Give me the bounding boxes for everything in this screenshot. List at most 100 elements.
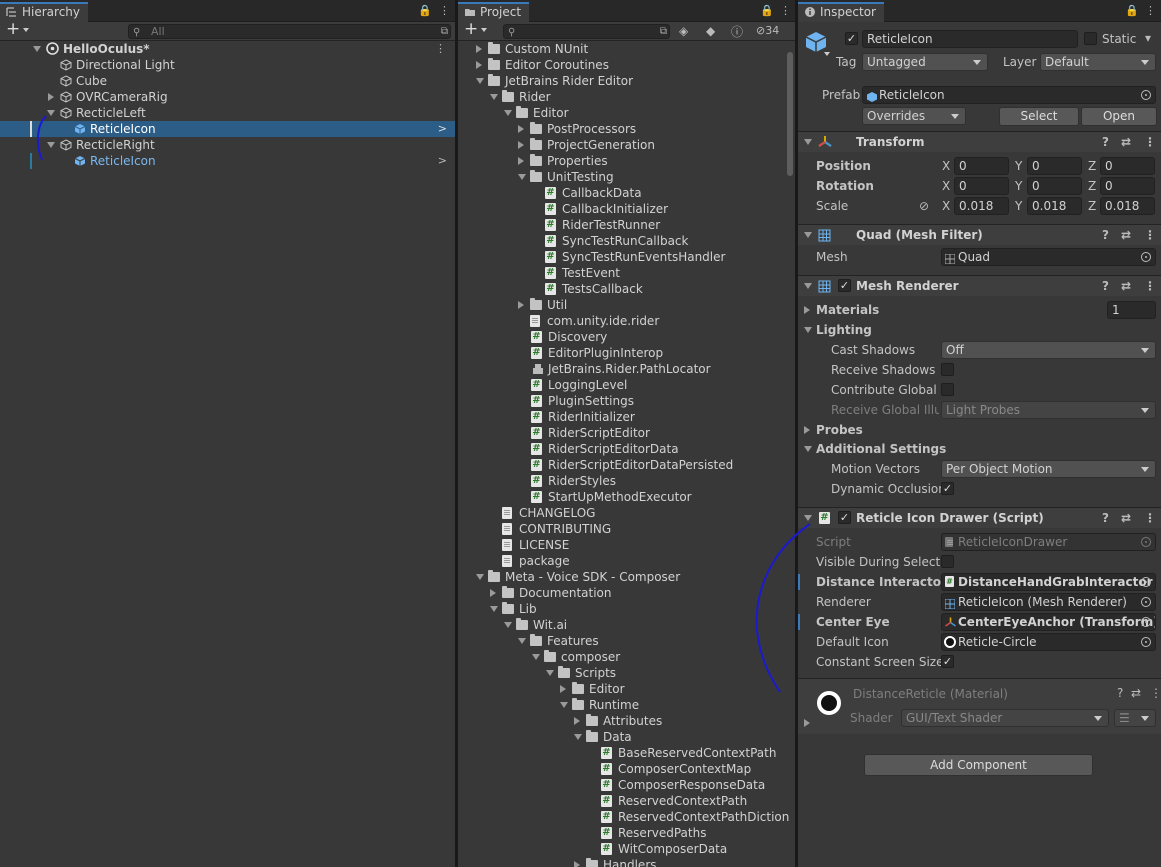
project-item[interactable]: Editor — [458, 105, 783, 121]
overrides-dropdown[interactable]: Overrides — [862, 107, 966, 125]
object-picker-icon[interactable] — [1141, 637, 1151, 647]
project-item[interactable]: Scripts — [458, 665, 783, 681]
create-asset-button[interactable]: + — [462, 19, 492, 40]
lock-icon[interactable]: 🔒 — [418, 4, 432, 17]
project-item[interactable]: LICENSE — [458, 537, 783, 553]
presets-icon[interactable]: ⇄ — [1121, 132, 1131, 152]
help-icon[interactable]: ? — [1102, 508, 1109, 528]
hierarchy-item-ovrcamerarig[interactable]: OVRCameraRig — [0, 89, 455, 105]
hierarchy-item-directional-light[interactable]: Directional Light — [0, 57, 455, 73]
expand-arrow-icon[interactable] — [476, 61, 482, 69]
contribute-gi-checkbox[interactable] — [941, 383, 954, 396]
rotation-x-input[interactable]: 0 — [954, 177, 1009, 195]
receive-shadows-checkbox[interactable] — [941, 363, 954, 376]
motion-vectors-dropdown[interactable]: Per Object Motion — [941, 460, 1156, 478]
position-x-input[interactable]: 0 — [954, 157, 1009, 175]
project-item[interactable]: Custom NUnit — [458, 41, 783, 57]
rotation-z-input[interactable]: 0 — [1100, 177, 1155, 195]
prefab-field[interactable]: ReticleIcon — [862, 86, 1156, 104]
visible-during-select-checkbox[interactable] — [941, 555, 954, 568]
filter-by-type-icon[interactable]: ◈ — [679, 24, 688, 38]
object-name-input[interactable]: ReticleIcon — [862, 30, 1078, 48]
project-item[interactable]: Data — [458, 729, 783, 745]
help-icon[interactable]: ? — [1102, 225, 1109, 245]
script-component-header[interactable]: # ✓ Reticle Icon Drawer (Script) ? ⇄ ⋮ — [798, 507, 1161, 528]
project-item[interactable]: # LoggingLevel — [458, 377, 783, 393]
expand-arrow-icon[interactable] — [574, 717, 580, 725]
materials-count-field[interactable]: 1 — [1107, 301, 1156, 319]
project-item[interactable]: Editor — [458, 681, 783, 697]
project-item[interactable]: # BaseReservedContextPath — [458, 745, 783, 761]
project-item[interactable]: # SyncTestRunCallback — [458, 233, 783, 249]
project-item[interactable]: Lib — [458, 601, 783, 617]
scale-z-input[interactable]: 0.018 — [1100, 197, 1155, 215]
collapse-arrow-icon[interactable] — [490, 94, 498, 100]
collapse-arrow-icon[interactable] — [804, 232, 812, 238]
expand-arrow-icon[interactable] — [33, 46, 41, 52]
project-item[interactable]: CONTRIBUTING — [458, 521, 783, 537]
static-dropdown-arrow-icon[interactable]: ▾ — [1145, 31, 1151, 45]
tag-dropdown[interactable]: Untagged — [862, 53, 988, 71]
presets-icon[interactable]: ⇄ — [1131, 686, 1141, 700]
project-item[interactable]: Rider — [458, 89, 783, 105]
kebab-menu-icon[interactable]: ⋮ — [439, 4, 450, 17]
expand-arrow-icon[interactable] — [518, 157, 524, 165]
collapse-arrow-icon[interactable] — [532, 654, 540, 660]
project-item[interactable]: Wit.ai — [458, 617, 783, 633]
object-picker-icon[interactable] — [1141, 597, 1151, 607]
mesh-renderer-header[interactable]: ✓ Mesh Renderer ? ⇄ ⋮ — [798, 275, 1161, 296]
expand-arrow-icon[interactable] — [574, 861, 580, 867]
project-scrollbar[interactable] — [787, 52, 793, 176]
collapse-arrow-icon[interactable] — [504, 622, 512, 628]
component-menu-icon[interactable]: ⋮ — [1144, 276, 1156, 296]
icon-dropdown-arrow-icon[interactable] — [824, 52, 830, 56]
shader-dropdown[interactable]: GUI/Text Shader — [901, 709, 1109, 727]
project-item[interactable]: Features — [458, 633, 783, 649]
project-item[interactable]: # RiderStyles — [458, 473, 783, 489]
lock-icon[interactable]: 🔒 — [1125, 4, 1139, 17]
constrain-proportions-icon[interactable]: ⊘ — [919, 199, 929, 213]
project-item[interactable]: # ReservedContextPathDiction — [458, 809, 789, 825]
open-button[interactable]: Open — [1081, 107, 1157, 126]
create-button[interactable]: + — [4, 19, 34, 40]
collapse-arrow-icon[interactable] — [804, 139, 812, 145]
select-button[interactable]: Select — [999, 107, 1079, 126]
help-icon[interactable]: ? — [1102, 276, 1109, 296]
expand-arrow-icon[interactable] — [804, 306, 810, 314]
project-item[interactable]: # ComposerContextMap — [458, 761, 783, 777]
presets-icon[interactable]: ⇄ — [1121, 276, 1131, 296]
collapse-arrow-icon[interactable] — [804, 283, 812, 289]
renderer-field[interactable]: ReticleIcon (Mesh Renderer) — [941, 593, 1156, 611]
project-item[interactable]: # CallbackData — [458, 185, 783, 201]
object-picker-icon[interactable] — [1141, 577, 1151, 587]
project-item[interactable]: # PluginSettings — [458, 393, 783, 409]
center-eye-field[interactable]: CenterEyeAnchor (Transform) — [941, 613, 1156, 631]
collapse-arrow-icon[interactable] — [560, 702, 568, 708]
shader-edit-dropdown[interactable]: ☰ — [1114, 709, 1156, 727]
project-search-input[interactable]: ⚲ ⧉ — [503, 24, 670, 39]
collapse-arrow-icon[interactable] — [804, 327, 812, 333]
hierarchy-item-recticleleft[interactable]: RecticleLeft — [0, 105, 455, 121]
project-item[interactable]: # ReservedContextPath — [458, 793, 783, 809]
help-icon[interactable]: ? — [1117, 686, 1123, 700]
transform-header[interactable]: Transform ? ⇄ ⋮ — [798, 131, 1161, 152]
static-checkbox[interactable] — [1084, 32, 1097, 45]
object-picker-icon[interactable] — [1141, 617, 1151, 627]
project-item[interactable]: # RiderScriptEditorDataPersisted — [458, 457, 783, 473]
scene-row[interactable]: HelloOculus* ⋮ — [0, 41, 455, 57]
expand-arrow-icon[interactable] — [804, 719, 810, 727]
cast-shadows-dropdown[interactable]: Off — [941, 341, 1156, 359]
project-item[interactable]: composer — [458, 649, 783, 665]
collapse-arrow-icon[interactable] — [574, 734, 582, 740]
hierarchy-item-reticleicon-selected[interactable]: ReticleIcon > — [0, 121, 455, 137]
collapse-arrow-icon[interactable] — [476, 574, 484, 580]
project-item[interactable]: # StartUpMethodExecutor — [458, 489, 783, 505]
project-item[interactable]: com.unity.ide.rider — [458, 313, 783, 329]
active-checkbox[interactable]: ✓ — [845, 32, 858, 45]
scale-y-input[interactable]: 0.018 — [1027, 197, 1082, 215]
expand-arrow-icon[interactable] — [518, 125, 524, 133]
script-enabled-checkbox[interactable]: ✓ — [838, 511, 851, 524]
constant-screen-size-checkbox[interactable]: ✓ — [941, 655, 954, 668]
default-icon-field[interactable]: Reticle-Circle — [941, 633, 1156, 651]
expand-arrow-icon[interactable] — [476, 45, 482, 53]
